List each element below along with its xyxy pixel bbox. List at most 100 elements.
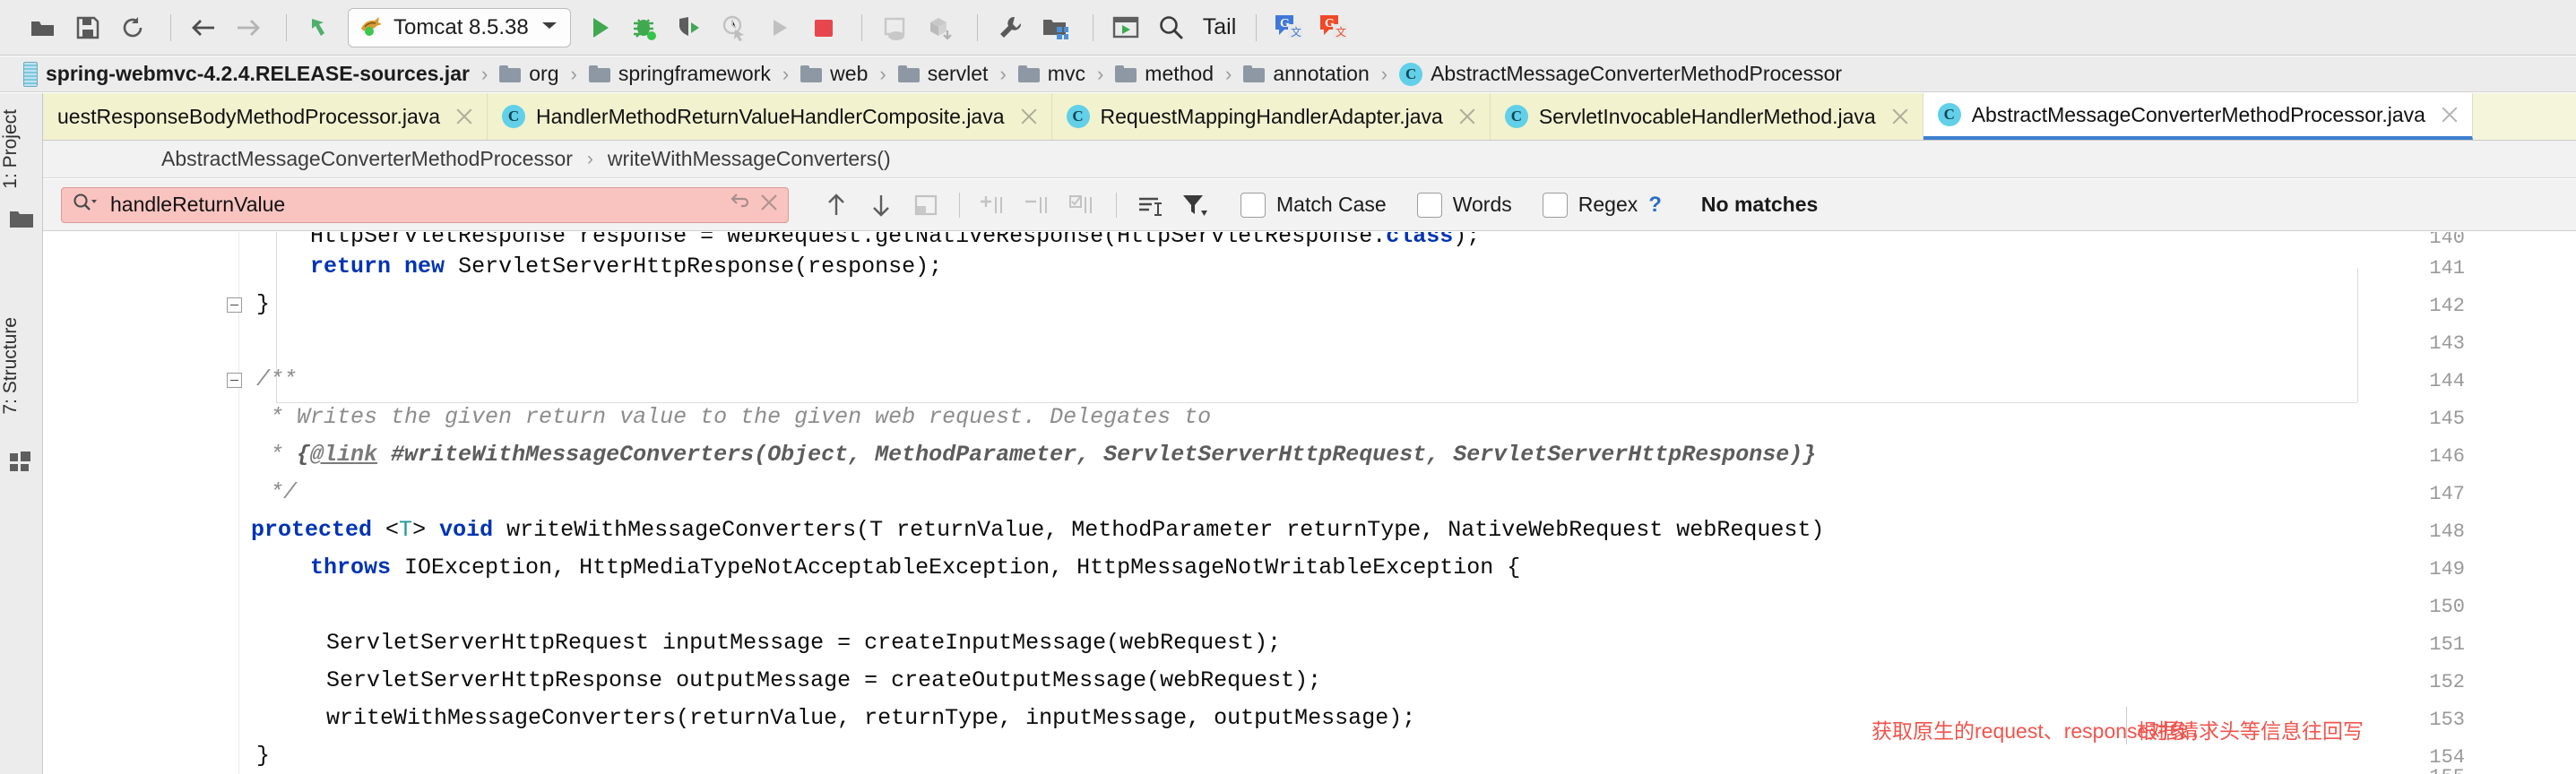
breadcrumb-label: mvc xyxy=(1047,62,1085,85)
line-number: 141 xyxy=(2429,257,2465,280)
breadcrumb-item-springframework[interactable]: springframework xyxy=(587,56,773,92)
tab-label: ServletInvocableHandlerMethod.java xyxy=(1538,104,1876,128)
breadcrumb-item-jar[interactable]: spring-webmvc-4.2.4.RELEASE-sources.jar xyxy=(22,56,471,92)
debug-icon[interactable] xyxy=(625,8,664,47)
remove-occurrence-icon xyxy=(1020,187,1056,223)
code-line[interactable]: } xyxy=(256,744,270,768)
words-checkbox[interactable] xyxy=(1416,192,1442,218)
main-toolbar: Tomcat 8.5.38 Tail G 文 G 文 xyxy=(0,0,2576,56)
preserve-case-icon[interactable] xyxy=(1132,187,1168,223)
regex-checkbox[interactable] xyxy=(1542,192,1568,218)
tab-request-response-body-method-processor[interactable]: uestResponseBodyMethodProcessor.java xyxy=(43,93,488,140)
tab-handler-method-return-value-handler-composite[interactable]: C HandlerMethodReturnValueHandlerComposi… xyxy=(488,93,1052,140)
code-line[interactable]: * Writes the given return value to the g… xyxy=(256,406,1211,429)
tomcat-cat-icon xyxy=(358,13,385,41)
regex-label: Regex xyxy=(1578,193,1638,216)
magnifier-dropdown-icon[interactable] xyxy=(73,192,99,218)
sync-refresh-icon[interactable] xyxy=(113,8,152,47)
code-fold-toggle[interactable] xyxy=(227,373,242,388)
annotation-divider xyxy=(2126,707,2127,744)
folder-icon xyxy=(1017,65,1040,82)
code-line[interactable]: } xyxy=(256,293,270,316)
google-translate-red-icon[interactable]: G 文 xyxy=(1314,8,1353,47)
find-next-button[interactable] xyxy=(863,187,899,223)
line-number: 140 xyxy=(2429,232,2465,249)
sidebar-item-project[interactable]: 1: Project xyxy=(0,109,43,189)
code-editor[interactable]: 140 HttpServletResponse response = webRe… xyxy=(43,232,2576,774)
tab-servlet-invocable-handler-method[interactable]: C ServletInvocableHandlerMethod.java xyxy=(1490,93,1923,140)
editor-gutter[interactable] xyxy=(43,232,239,774)
breadcrumb-item-class[interactable]: C AbstractMessageConverterMethodProcesso… xyxy=(1397,56,1844,92)
chevron-down-icon[interactable] xyxy=(540,19,559,36)
code-line[interactable]: */ xyxy=(256,481,297,504)
search-everywhere-icon[interactable] xyxy=(1151,8,1190,47)
close-icon[interactable] xyxy=(1457,107,1477,126)
close-icon[interactable] xyxy=(454,107,474,126)
match-case-label: Match Case xyxy=(1276,193,1387,216)
settings-wrench-icon[interactable] xyxy=(990,8,1030,47)
code-line[interactable]: ServletServerHttpResponse outputMessage … xyxy=(326,669,1321,692)
code-line[interactable]: HttpServletResponse response = webReques… xyxy=(256,232,1480,248)
breadcrumb-item-web[interactable]: web xyxy=(799,56,869,92)
run-configuration-label: Tomcat 8.5.38 xyxy=(393,14,529,39)
code-line[interactable]: return new ServletServerHttpResponse(res… xyxy=(256,255,942,279)
breadcrumb-item-annotation[interactable]: annotation xyxy=(1241,56,1370,92)
code-line[interactable]: throws IOException, HttpMediaTypeNotAcce… xyxy=(256,556,1520,580)
breadcrumb-item-servlet[interactable]: servlet xyxy=(896,56,990,92)
run-configuration-selector[interactable]: Tomcat 8.5.38 xyxy=(348,7,571,47)
toolbar-separator xyxy=(1256,13,1258,41)
navigate-back-icon[interactable] xyxy=(184,8,223,47)
run-icon[interactable] xyxy=(580,8,619,47)
run-anything-icon[interactable] xyxy=(1106,8,1145,47)
class-icon: C xyxy=(502,105,526,128)
tab-label: uestResponseBodyMethodProcessor.java xyxy=(57,104,441,128)
folder-icon xyxy=(499,65,522,82)
code-fold-toggle[interactable] xyxy=(227,297,242,313)
code-line[interactable]: writeWithMessageConverters(returnValue, … xyxy=(326,707,1415,730)
close-icon[interactable] xyxy=(759,193,779,217)
svg-text:文: 文 xyxy=(1336,25,1346,39)
structure-class-name[interactable]: AbstractMessageConverterMethodProcessor xyxy=(161,147,573,171)
find-bar: handleReturnValue Match Case Words Regex… xyxy=(43,179,2576,231)
tab-abstract-message-converter-method-processor[interactable]: C AbstractMessageConverterMethodProcesso… xyxy=(1923,93,2473,140)
jump-to-source-icon[interactable] xyxy=(299,8,339,47)
match-case-checkbox[interactable] xyxy=(1240,192,1266,218)
search-input[interactable]: handleReturnValue xyxy=(61,186,789,223)
breadcrumb-item-method[interactable]: method xyxy=(1113,56,1215,92)
close-icon[interactable] xyxy=(1019,107,1039,126)
structure-blocks-icon xyxy=(10,452,33,471)
open-folder-icon[interactable] xyxy=(23,8,63,47)
sidebar-item-structure[interactable]: 7: Structure xyxy=(0,317,43,415)
run-with-coverage-icon[interactable] xyxy=(670,8,709,47)
breadcrumb-separator-icon: › xyxy=(1380,62,1388,85)
project-structure-icon[interactable] xyxy=(1035,8,1075,47)
regex-help-link[interactable]: ? xyxy=(1648,193,1662,218)
close-icon[interactable] xyxy=(1890,107,1910,126)
stop-icon[interactable] xyxy=(804,8,843,47)
code-line[interactable]: * {@link #writeWithMessageConverters(Obj… xyxy=(256,443,1816,467)
tab-request-mapping-handler-adapter[interactable]: C RequestMappingHandlerAdapter.java xyxy=(1051,93,1491,140)
line-number: 142 xyxy=(2429,295,2465,317)
tail-button[interactable]: Tail xyxy=(1196,14,1244,40)
filter-icon[interactable] xyxy=(1177,187,1213,223)
code-line[interactable]: protected <T> void writeWithMessageConve… xyxy=(251,519,1824,542)
history-icon[interactable] xyxy=(729,192,750,218)
line-number: 144 xyxy=(2429,370,2465,392)
code-line[interactable]: ServletServerHttpRequest inputMessage = … xyxy=(326,632,1281,655)
line-number: 148 xyxy=(2429,520,2465,543)
structure-method-name[interactable]: writeWithMessageConverters() xyxy=(608,147,891,171)
class-icon: C xyxy=(1399,62,1423,86)
save-all-icon[interactable] xyxy=(68,8,108,47)
breadcrumb-item-mvc[interactable]: mvc xyxy=(1016,56,1087,92)
toolbar-separator xyxy=(1092,13,1094,41)
breadcrumb-item-org[interactable]: org xyxy=(497,56,560,92)
close-icon[interactable] xyxy=(2440,105,2459,125)
breadcrumb-separator-icon: › xyxy=(879,62,886,85)
toolbar-separator xyxy=(976,13,978,41)
search-input-value: handleReturnValue xyxy=(110,193,286,216)
code-line[interactable]: /** xyxy=(256,368,297,391)
line-number: 153 xyxy=(2429,709,2465,731)
google-translate-blue-icon[interactable]: G 文 xyxy=(1269,8,1309,47)
line-number: 150 xyxy=(2429,596,2465,618)
find-previous-button[interactable] xyxy=(818,187,854,223)
